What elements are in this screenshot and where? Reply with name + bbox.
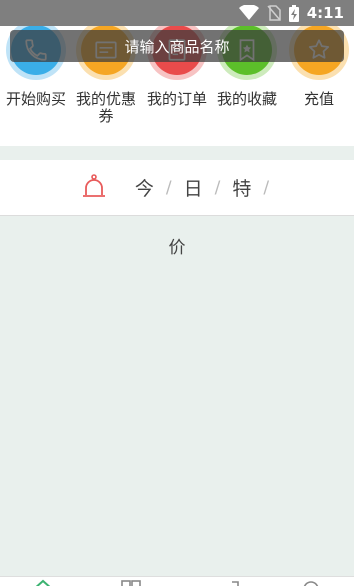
deals-body: 价 [0,217,354,577]
search-placeholder: 请输入商品名称 [124,37,230,56]
deal-separator: / [263,177,270,198]
home-icon[interactable] [32,579,54,586]
deal-title-last-char: 价 [168,238,186,258]
quick-label: 我的优惠券 [75,90,136,125]
deals-header: 今 / 日 / 特 / [0,160,354,216]
quick-label: 充值 [303,90,334,108]
deal-separator: / [165,177,172,198]
battery-charging-icon [288,4,299,22]
quick-label: 我的订单 [146,90,207,108]
deal-title-char: 特 [232,178,252,200]
status-time: 4:11 [306,4,344,22]
quick-label: 开始购买 [5,90,66,108]
deal-title-char: 日 [183,178,203,200]
deal-separator: / [214,177,221,198]
cart-icon[interactable] [224,579,246,586]
search-bar[interactable]: 请输入商品名称 [10,30,344,62]
bell-icon [82,173,105,197]
deal-title-char: 今 [134,178,154,200]
user-icon[interactable] [300,579,322,586]
grid-icon[interactable] [120,579,142,586]
status-icons: 4:11 [238,3,344,23]
no-sim-icon [267,5,281,21]
wifi-icon [238,5,259,20]
bottom-nav [0,576,354,586]
quick-label: 我的收藏 [216,90,277,108]
section-divider [0,146,354,160]
status-bar: 4:11 [0,0,354,26]
